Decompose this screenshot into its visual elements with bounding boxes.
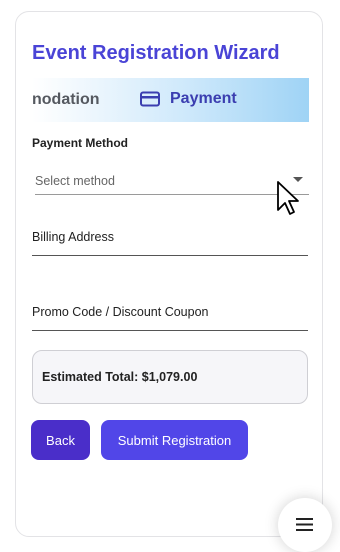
step-payment-label: Payment: [170, 90, 237, 107]
promo-code-placeholder: Promo Code / Discount Coupon: [32, 305, 209, 319]
menu-fab-button[interactable]: [278, 498, 332, 552]
payment-method-placeholder: Select method: [35, 174, 115, 188]
estimated-total: Estimated Total: $1,079.00: [42, 370, 198, 384]
credit-card-icon: [140, 91, 160, 107]
estimated-total-box: Estimated Total: $1,079.00: [32, 350, 308, 404]
submit-registration-button[interactable]: Submit Registration: [101, 420, 248, 460]
page-title: Event Registration Wizard: [32, 42, 280, 64]
wizard-step-bar: nodation Payment: [32, 78, 309, 122]
menu-icon: [296, 518, 313, 531]
promo-code-field[interactable]: Promo Code / Discount Coupon: [32, 297, 308, 331]
billing-address-placeholder: Billing Address: [32, 230, 114, 244]
step-payment[interactable]: Payment: [140, 90, 237, 108]
payment-method-select[interactable]: Select method: [35, 168, 309, 195]
step-accommodation[interactable]: nodation: [32, 91, 100, 109]
registration-card: Event Registration Wizard nodation Payme…: [15, 11, 323, 537]
mouse-pointer-icon: [277, 181, 299, 215]
back-button[interactable]: Back: [31, 420, 90, 460]
payment-method-label: Payment Method: [32, 136, 129, 150]
billing-address-field[interactable]: Billing Address: [32, 222, 308, 256]
